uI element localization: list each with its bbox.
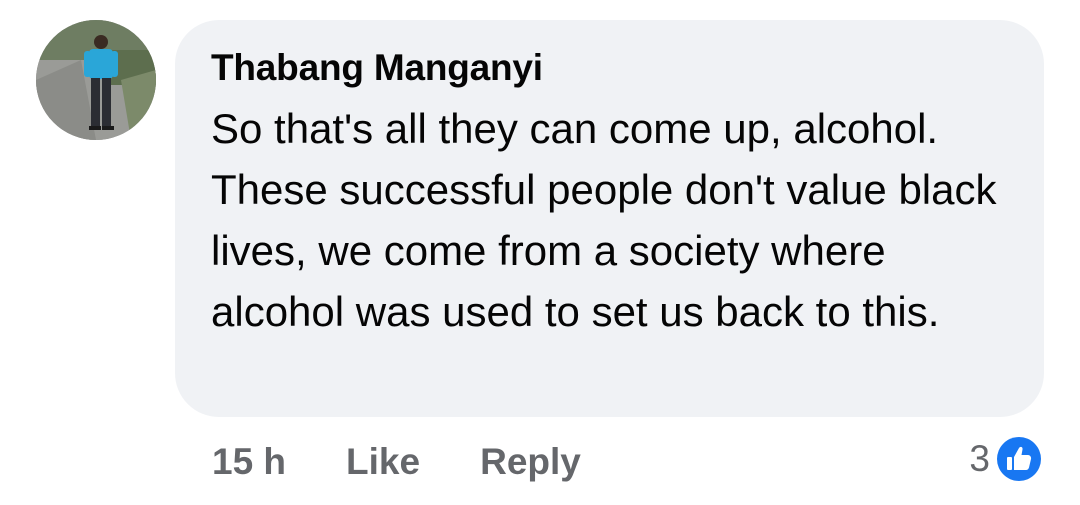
avatar-photo	[36, 20, 156, 140]
reply-button[interactable]: Reply	[480, 441, 581, 483]
comment-text: So that's all they can come up, alcohol.…	[211, 105, 997, 335]
comment-timestamp[interactable]: 15 h	[212, 441, 286, 483]
avatar[interactable]	[36, 20, 156, 140]
comment-actions: 15 h Like Reply	[212, 438, 581, 486]
reaction-summary[interactable]: 3	[969, 433, 1044, 485]
reaction-count: 3	[969, 438, 990, 479]
like-button[interactable]: Like	[346, 441, 420, 483]
comment-bubble: Thabang Manganyi So that's all they can …	[175, 20, 1044, 417]
thumbs-up-icon	[994, 434, 1044, 484]
comment-author[interactable]: Thabang Manganyi	[211, 44, 1008, 92]
